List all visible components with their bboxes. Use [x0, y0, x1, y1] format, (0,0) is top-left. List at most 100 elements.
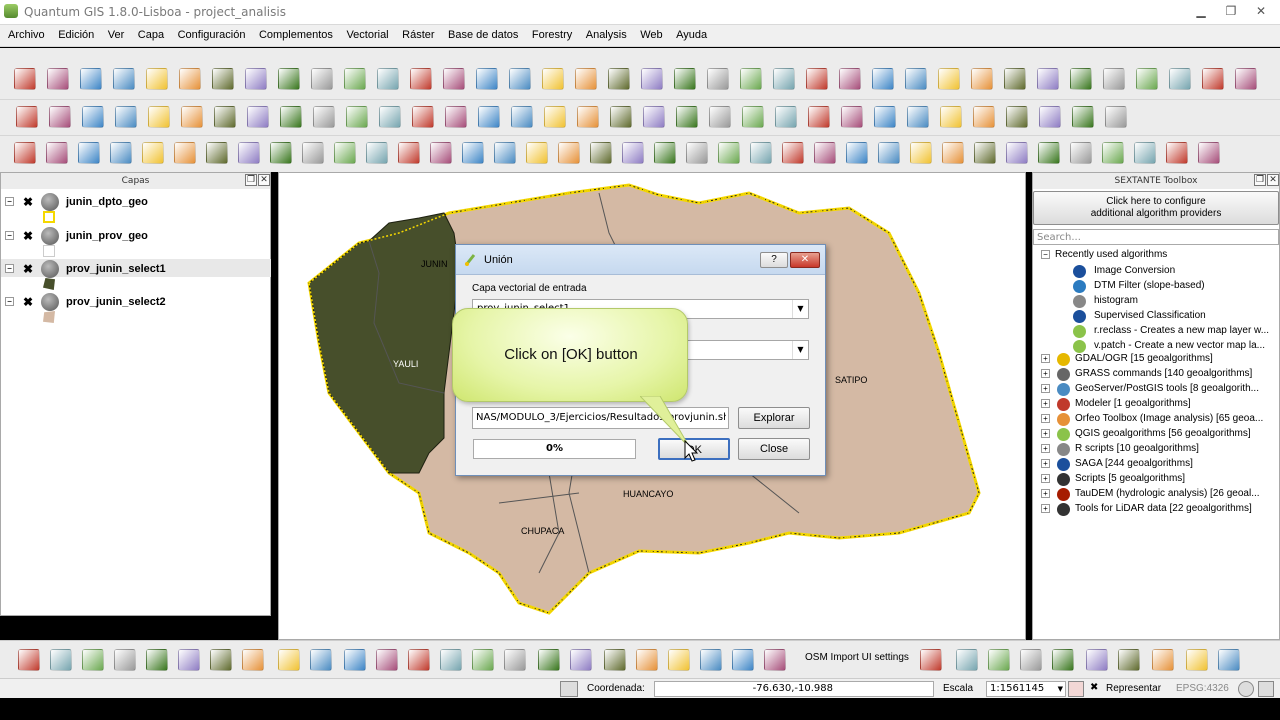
split-features-icon[interactable] [1070, 142, 1092, 164]
zoom-next-icon[interactable] [379, 106, 401, 128]
zoom-last-icon[interactable] [973, 106, 995, 128]
show-bookmarks-icon[interactable] [654, 142, 676, 164]
add-spatialite-layer-icon[interactable] [278, 68, 300, 90]
recent-algorithm-item[interactable]: histogram [1073, 295, 1280, 310]
menu-capa[interactable]: Capa [133, 25, 169, 41]
postgis-a-icon[interactable] [988, 649, 1010, 671]
menu-ver[interactable]: Ver [103, 25, 130, 41]
svg-icon[interactable] [764, 649, 786, 671]
pencil-icon[interactable] [1086, 649, 1108, 671]
whats-this-icon[interactable] [839, 68, 861, 90]
raster-calc-icon[interactable] [577, 106, 599, 128]
messages-icon[interactable] [1258, 681, 1274, 697]
browse-button[interactable]: Explorar [738, 407, 810, 429]
new-project-icon[interactable] [14, 68, 36, 90]
panel-close-icon[interactable]: ✕ [258, 174, 270, 186]
zoom-out-icon[interactable] [214, 106, 236, 128]
add-part-icon[interactable] [110, 142, 132, 164]
menu-web[interactable]: Web [635, 25, 667, 41]
menu-complementos[interactable]: Complementos [254, 25, 338, 41]
change-label-icon[interactable] [115, 106, 137, 128]
recent-algorithm-item[interactable]: r.reclass - Creates a new map layer w... [1073, 325, 1280, 340]
coordinate-toggle-icon[interactable] [560, 681, 578, 697]
rotate-label-icon[interactable] [49, 106, 71, 128]
recent-algorithm-item[interactable]: Supervised Classification [1073, 310, 1280, 325]
recent-algorithms-header[interactable]: − Recently used algorithms [1041, 249, 1277, 264]
file-icon[interactable] [344, 649, 366, 671]
algorithm-provider-item[interactable]: + GDAL/OGR [15 geoalgorithms] [1041, 353, 1277, 368]
measure-icon[interactable] [511, 106, 533, 128]
raster-icon[interactable] [1118, 649, 1140, 671]
undo-icon[interactable] [14, 142, 36, 164]
menu-edicion[interactable]: Edición [53, 25, 99, 41]
help-button[interactable]: ? [760, 252, 788, 268]
expand-icon[interactable]: + [1041, 474, 1050, 483]
select-icon[interactable] [478, 106, 500, 128]
plugin-icon[interactable] [610, 106, 632, 128]
epsg-label[interactable]: EPSG:4326 [1176, 683, 1229, 694]
zoom-layer-icon[interactable] [280, 106, 302, 128]
undo-icon[interactable] [782, 142, 804, 164]
shape-icon[interactable] [700, 649, 722, 671]
add-wms-layer-icon[interactable] [311, 68, 333, 90]
refresh-icon[interactable] [412, 106, 434, 128]
zoom-out-icon[interactable] [841, 106, 863, 128]
expand-icon[interactable]: + [1041, 459, 1050, 468]
raster-icon[interactable] [50, 649, 72, 671]
chevron-down-icon[interactable]: ▼ [792, 300, 808, 318]
identify-icon[interactable] [445, 106, 467, 128]
layer-visibility-checkbox[interactable]: ✖ [23, 229, 33, 243]
label-icon[interactable] [16, 106, 38, 128]
coordinate-capture-icon[interactable] [773, 68, 795, 90]
marker-icon[interactable] [504, 649, 526, 671]
text-annotation-icon[interactable] [686, 142, 708, 164]
collapse-icon[interactable]: − [5, 197, 14, 206]
plugin-icon[interactable] [806, 68, 828, 90]
collapse-icon[interactable]: − [1041, 250, 1050, 259]
expand-icon[interactable]: + [1041, 384, 1050, 393]
algorithm-provider-item[interactable]: + Orfeo Toolbox (Image analysis) [65 geoa… [1041, 413, 1277, 428]
tree-icon[interactable] [920, 649, 942, 671]
menu-forestry[interactable]: Forestry [527, 25, 577, 41]
pan-icon[interactable] [148, 106, 170, 128]
print-icon[interactable] [146, 68, 168, 90]
gps-icon[interactable] [376, 649, 398, 671]
layer-visibility-checkbox[interactable]: ✖ [23, 295, 33, 309]
scale-combo[interactable]: 1:1561145 ▼ [986, 681, 1066, 697]
cut-features-icon[interactable] [674, 68, 696, 90]
layer-row-junin-prov-geo[interactable]: − ✖ junin_prov_geo [5, 227, 271, 247]
chevron-down-icon[interactable]: ▼ [1058, 682, 1063, 696]
query-icon[interactable] [472, 649, 494, 671]
projection-icon[interactable] [1238, 681, 1254, 697]
save-shp-icon[interactable] [732, 649, 754, 671]
chevron-down-icon[interactable]: ▼ [792, 341, 808, 359]
open-project-icon[interactable] [47, 68, 69, 90]
measure-line-icon[interactable] [558, 142, 580, 164]
zoom-full-icon[interactable] [247, 106, 269, 128]
chart-icon[interactable] [210, 649, 232, 671]
map-icon[interactable] [604, 649, 626, 671]
algorithm-provider-item[interactable]: + Scripts [5 geoalgorithms] [1041, 473, 1277, 488]
reshape-icon[interactable] [238, 142, 260, 164]
new-project-icon[interactable] [1103, 68, 1125, 90]
wave-icon[interactable] [1186, 649, 1208, 671]
remove-layer-icon[interactable] [410, 68, 432, 90]
delete-ring-icon[interactable] [942, 142, 964, 164]
collapse-icon[interactable]: − [5, 264, 14, 273]
menu-analysis[interactable]: Analysis [581, 25, 632, 41]
offset-curve-icon[interactable] [270, 142, 292, 164]
minimize-button[interactable]: ▁ [1188, 2, 1214, 20]
line-icon[interactable] [82, 649, 104, 671]
render-order-checkbox[interactable]: ✖ [2, 624, 11, 637]
zoom-layer-icon[interactable] [907, 106, 929, 128]
deselect-icon[interactable] [494, 142, 516, 164]
menu-raster[interactable]: Ráster [397, 25, 439, 41]
plugin-icon[interactable] [750, 142, 772, 164]
add-raster-layer-icon[interactable] [212, 68, 234, 90]
refresh-icon[interactable] [1039, 106, 1061, 128]
add-wfs-layer-icon[interactable] [344, 68, 366, 90]
plugin-e-icon[interactable] [1037, 68, 1059, 90]
terrain-icon[interactable] [146, 649, 168, 671]
add-ring-icon[interactable] [78, 142, 100, 164]
zoom-next-icon[interactable] [1006, 106, 1028, 128]
